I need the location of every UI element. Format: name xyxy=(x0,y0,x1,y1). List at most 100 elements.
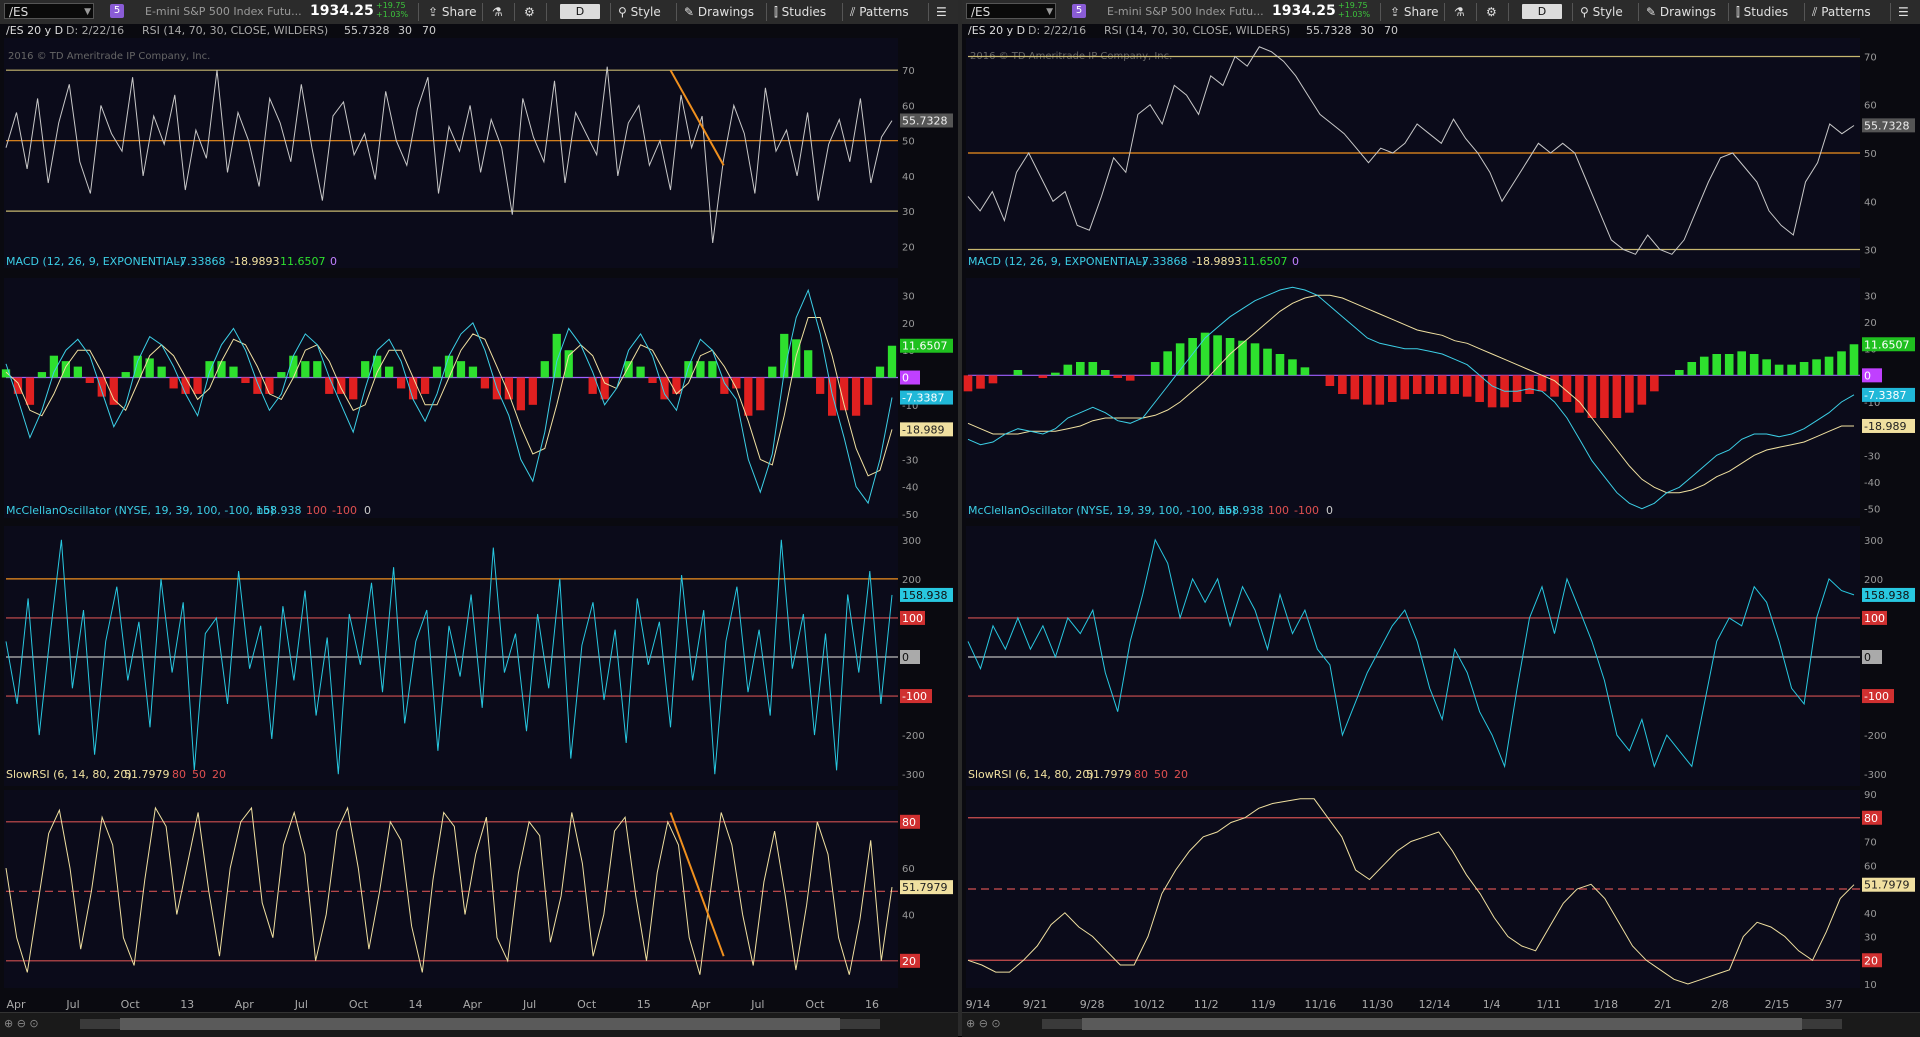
macd-histogram-bar xyxy=(540,361,549,378)
x-tick-label: 9/21 xyxy=(1023,998,1048,1011)
mcclellan-zero-badge: 0 xyxy=(1862,650,1882,664)
scroll-thumb[interactable] xyxy=(120,1018,840,1030)
macd-tick: 20 xyxy=(902,319,915,330)
macd-value: -7.33868 xyxy=(1138,255,1187,268)
patterns-button[interactable]: ⫽ Patterns xyxy=(850,3,909,21)
drawings-button[interactable]: ✎ Drawings xyxy=(684,3,754,21)
macd-histogram-bar xyxy=(1525,375,1534,394)
last-price: 1934.25 xyxy=(1272,3,1336,19)
link-badge[interactable]: 5 xyxy=(110,4,124,18)
x-tick-label: 11/30 xyxy=(1362,998,1394,1011)
share-icon: ⇪ xyxy=(428,5,439,19)
macd-histogram-bar xyxy=(1487,375,1497,408)
symbol-dropdown-icon[interactable]: ▼ xyxy=(1046,4,1053,20)
scroll-thumb[interactable] xyxy=(1082,1018,1802,1030)
style-button[interactable]: ⚲ Style xyxy=(618,3,661,21)
macd-histogram-bar xyxy=(1512,375,1522,402)
patterns-button[interactable]: ⫽ Patterns xyxy=(1812,3,1871,21)
mcclellan-zero-badge-text: 0 xyxy=(902,651,909,664)
slowrsi-ob: 80 xyxy=(172,768,186,781)
x-tick-label: Oct xyxy=(805,998,825,1011)
divider xyxy=(1380,3,1381,21)
patterns-label: Patterns xyxy=(859,5,909,19)
macd-histogram-bar xyxy=(385,366,394,378)
macd-histogram-bar xyxy=(420,377,430,394)
macd-histogram-bar xyxy=(265,377,274,394)
left-chart-canvas[interactable]: /ES 20 y D D: 2/22/16 RSI (14, 70, 30, C… xyxy=(0,24,958,1012)
x-tick-label: 16 xyxy=(865,998,879,1011)
slowrsi-os-badge: 20 xyxy=(900,953,920,968)
macd-histogram-bar xyxy=(1125,375,1135,381)
macd-histogram-bar xyxy=(636,366,645,378)
gear-icon[interactable]: ⚙ xyxy=(1486,3,1497,21)
menu-icon[interactable]: ☰ xyxy=(1898,3,1909,21)
mcclellan-tick: 300 xyxy=(902,536,921,547)
period-selector[interactable]: D xyxy=(560,4,600,19)
macd-tick: 20 xyxy=(1864,318,1877,329)
drawings-label: Drawings xyxy=(697,5,755,19)
macd-zero-badge-text: 0 xyxy=(902,372,909,385)
right-chart-canvas[interactable]: /ES 20 y D D: 2/22/16 RSI (14, 70, 30, C… xyxy=(962,24,1920,1012)
macd-histogram-bar xyxy=(444,355,454,378)
flask-icon[interactable]: ⚗ xyxy=(492,3,503,21)
time-scrollbar[interactable]: ⊕ ⊖ ⊙ xyxy=(0,1012,958,1037)
x-tick-label: 14 xyxy=(408,998,422,1011)
mcclellan-lower-badge: -100 xyxy=(1862,689,1894,704)
link-badge[interactable]: 5 xyxy=(1072,4,1086,18)
macd-avg-badge: -18.989 xyxy=(1862,418,1915,433)
divider xyxy=(1890,3,1891,21)
patterns-icon: ⫽ xyxy=(1812,5,1818,19)
macd-histogram-bar xyxy=(1600,375,1609,418)
period-selector[interactable]: D xyxy=(1522,4,1562,19)
symbol-input[interactable]: /ES ▼ xyxy=(966,3,1056,19)
macd-histogram-bar xyxy=(432,366,442,378)
rsi-study-label: RSI (14, 70, 30, CLOSE, WILDERS) xyxy=(1104,24,1290,37)
drawings-button[interactable]: ✎ Drawings xyxy=(1646,3,1716,21)
slowrsi-value-badge: 51.7979 xyxy=(900,880,953,895)
zoom-icon[interactable]: ⊕ ⊖ ⊙ xyxy=(966,1017,1001,1030)
slowrsi-ob-badge-text: 80 xyxy=(1864,812,1878,825)
x-tick-label: 1/18 xyxy=(1593,998,1618,1011)
macd-tick: -40 xyxy=(902,483,918,494)
flask-icon[interactable]: ⚗ xyxy=(1454,3,1465,21)
macd-histogram-bar xyxy=(1437,375,1447,394)
zoom-icon[interactable]: ⊕ ⊖ ⊙ xyxy=(4,1017,39,1030)
change-percent: +1.03% xyxy=(376,10,409,19)
macd-histogram-bar xyxy=(564,350,573,378)
x-tick-label: 1/4 xyxy=(1483,998,1501,1011)
symbol-input[interactable]: /ES ▼ xyxy=(4,3,94,19)
style-label: Style xyxy=(630,5,661,19)
mcclellan-tick: -200 xyxy=(902,731,925,742)
studies-button[interactable]: ⫿ Studies xyxy=(1736,3,1788,21)
slowrsi-ob-badge: 80 xyxy=(900,814,920,829)
share-button[interactable]: ⇪ Share xyxy=(1390,3,1439,21)
time-scrollbar[interactable]: ⊕ ⊖ ⊙ xyxy=(962,1012,1920,1037)
rsi-tick: 20 xyxy=(902,242,915,253)
mcclellan-zero-badge-text: 0 xyxy=(1864,651,1871,664)
macd-tick: -50 xyxy=(1864,505,1880,516)
pencil-icon: ✎ xyxy=(1646,5,1657,19)
rsi-value-badge: 55.7328 xyxy=(900,113,953,128)
macd-histogram-bar xyxy=(1637,375,1647,405)
x-tick-label: Oct xyxy=(349,998,369,1011)
macd-histogram-bar xyxy=(157,366,166,378)
x-tick-label: 9/28 xyxy=(1080,998,1105,1011)
gear-icon[interactable]: ⚙ xyxy=(524,3,535,21)
symbol-dropdown-icon[interactable]: ▼ xyxy=(84,4,91,20)
macd-histogram-bar xyxy=(1076,362,1085,376)
menu-icon[interactable]: ☰ xyxy=(936,3,947,21)
mcclellan-pane-bg xyxy=(4,526,898,786)
style-button[interactable]: ⚲ Style xyxy=(1580,3,1623,21)
slowrsi-value-badge-text: 51.7979 xyxy=(902,881,948,894)
macd-value-badge-text: -7.3387 xyxy=(902,392,944,405)
right-chart-window: /ES ▼ 5 E-mini S&P 500 Index Futu... 1934… xyxy=(962,0,1920,1037)
divider xyxy=(1638,3,1639,21)
rsi-tick: 60 xyxy=(1864,101,1877,112)
share-button[interactable]: ⇪ Share xyxy=(428,3,477,21)
macd-histogram-bar xyxy=(1051,372,1060,376)
slowrsi-value-badge: 51.7979 xyxy=(1862,877,1915,892)
studies-button[interactable]: ⫿ Studies xyxy=(774,3,826,21)
rsi-tick: 50 xyxy=(1864,149,1877,160)
macd-histogram-bar xyxy=(828,377,837,416)
mcclellan-pane-header: McClellanOscillator (NYSE, 19, 39, 100, … xyxy=(968,504,1333,517)
